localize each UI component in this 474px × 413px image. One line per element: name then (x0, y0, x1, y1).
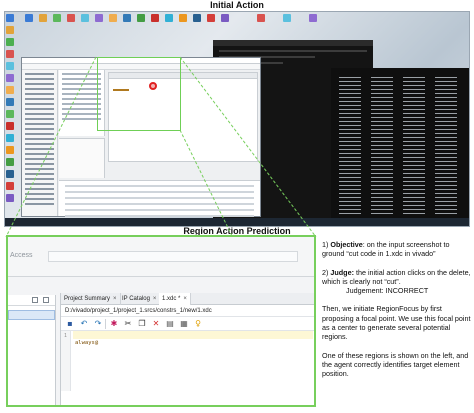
regionfocus-paragraph: Then, we initiate RegionFocus by first p… (322, 304, 471, 342)
close-icon[interactable]: × (113, 296, 117, 302)
desktop-icon[interactable] (6, 158, 14, 166)
access-label: Access (10, 252, 33, 259)
desktop-icon[interactable] (25, 14, 33, 22)
tab-label: IP Catalog (122, 296, 150, 302)
grid-icon[interactable]: ▦ (179, 319, 189, 329)
desktop-icon[interactable] (6, 74, 14, 82)
tab-1-xdc[interactable]: 1.xdc * × (159, 293, 191, 305)
tab-label: Project Summary (64, 296, 111, 302)
editor-toolbar: ▪ ↶ ↷ ✱ ✂ ❐ ✕ ▤ ▦ ♀ (61, 317, 314, 331)
maximize-icon[interactable] (43, 297, 49, 303)
desktop-icon[interactable] (6, 62, 14, 70)
desktop-icon[interactable] (6, 170, 14, 178)
desktop-icon[interactable] (6, 86, 14, 94)
judge-number: 2) (322, 267, 329, 277)
desktop-icon[interactable] (165, 14, 173, 22)
judgement-text: Judgement: INCORRECT (346, 286, 429, 296)
code-area[interactable]: 1 always@ (61, 331, 314, 391)
desktop-icon[interactable] (6, 122, 14, 130)
access-field[interactable] (48, 251, 298, 262)
initial-screenshot (4, 11, 470, 227)
selected-item[interactable] (8, 310, 55, 320)
log-window[interactable] (331, 68, 469, 220)
line-gutter: 1 (61, 331, 71, 391)
taskbar[interactable] (5, 218, 469, 226)
desktop-icon[interactable] (39, 14, 47, 22)
undo-icon[interactable]: ↶ (79, 319, 89, 329)
desktop-icon[interactable] (6, 110, 14, 118)
desktop-icon[interactable] (283, 14, 291, 22)
tab-label: 1.xdc * (162, 296, 181, 302)
block-icon[interactable]: ▤ (165, 319, 175, 329)
desktop-icon[interactable] (109, 14, 117, 22)
cut-icon[interactable]: ✂ (123, 319, 133, 329)
tcl-console[interactable] (59, 180, 260, 223)
desktop-icon[interactable] (309, 14, 317, 22)
desktop-icon[interactable] (6, 146, 14, 154)
explanation-panel: 1) Objective: on the input screenshot to… (322, 240, 472, 388)
close-icon[interactable]: × (153, 296, 157, 302)
desktop-icon[interactable] (6, 14, 14, 22)
desktop-icon[interactable] (179, 14, 187, 22)
focus-region-box (97, 57, 181, 131)
tab-project-summary[interactable]: Project Summary × (61, 293, 121, 305)
save-icon[interactable]: ▪ (65, 319, 75, 329)
code-line-1[interactable]: always@ (73, 331, 313, 346)
desktop-icon[interactable] (193, 14, 201, 22)
desktop-icon[interactable] (67, 14, 75, 22)
terminal-titlebar[interactable] (213, 40, 373, 46)
editor-tab-bar: Project Summary × IP Catalog × 1.xdc * × (61, 293, 314, 305)
desktop-icon[interactable] (151, 14, 159, 22)
desktop-icon[interactable] (53, 14, 61, 22)
left-panel-header (8, 295, 55, 306)
redo-icon[interactable]: ↷ (93, 319, 103, 329)
left-panel[interactable] (8, 295, 56, 405)
desktop-icon[interactable] (137, 14, 145, 22)
desktop-icon-row (25, 14, 325, 26)
search-icon[interactable]: ✱ (109, 319, 119, 329)
initial-action-heading: Initial Action (210, 0, 264, 10)
desktop-icon[interactable] (6, 194, 14, 202)
copy-icon[interactable]: ❐ (137, 319, 147, 329)
desktop-icon[interactable] (207, 14, 215, 22)
desktop-icon[interactable] (6, 38, 14, 46)
desktop-icon[interactable] (95, 14, 103, 22)
desktop-icon[interactable] (257, 14, 265, 22)
delete-icon[interactable]: ✕ (151, 319, 161, 329)
judge-label: Judge: (330, 267, 354, 277)
bulb-icon[interactable]: ♀ (193, 319, 203, 329)
flow-navigator[interactable] (22, 70, 58, 216)
code-text: always@ (75, 340, 99, 346)
initial-click-marker (149, 82, 157, 90)
close-icon[interactable]: × (183, 296, 187, 302)
desktop-icon[interactable] (123, 14, 131, 22)
desktop-icon[interactable] (6, 134, 14, 142)
objective-number: 1) (322, 240, 329, 249)
tab-ip-catalog[interactable]: IP Catalog × (119, 293, 161, 305)
editor-area: Project Summary × IP Catalog × 1.xdc * × D:… (60, 293, 314, 405)
judge-paragraph: 2) Judge: the initial action clicks on t… (322, 268, 472, 296)
desktop-icon[interactable] (6, 98, 14, 106)
zoomed-region: Access Project Summary × IP Catalog × 1.xd… (6, 235, 316, 407)
desktop-icon[interactable] (221, 14, 229, 22)
properties-panel[interactable] (59, 138, 105, 178)
desktop-icon[interactable] (6, 182, 14, 190)
objective-label: Objective (330, 240, 363, 249)
desktop-icon[interactable] (6, 50, 14, 58)
access-bar: Access (8, 237, 314, 277)
objective-paragraph: 1) Objective: on the input screenshot to… (322, 240, 472, 259)
file-path: D:/vivado/project_1/project_1.srcs/const… (61, 305, 314, 317)
desktop-icon[interactable] (6, 26, 14, 34)
restore-icon[interactable] (32, 297, 38, 303)
desktop-icon[interactable] (81, 14, 89, 22)
result-paragraph: One of these regions is shown on the lef… (322, 350, 469, 379)
